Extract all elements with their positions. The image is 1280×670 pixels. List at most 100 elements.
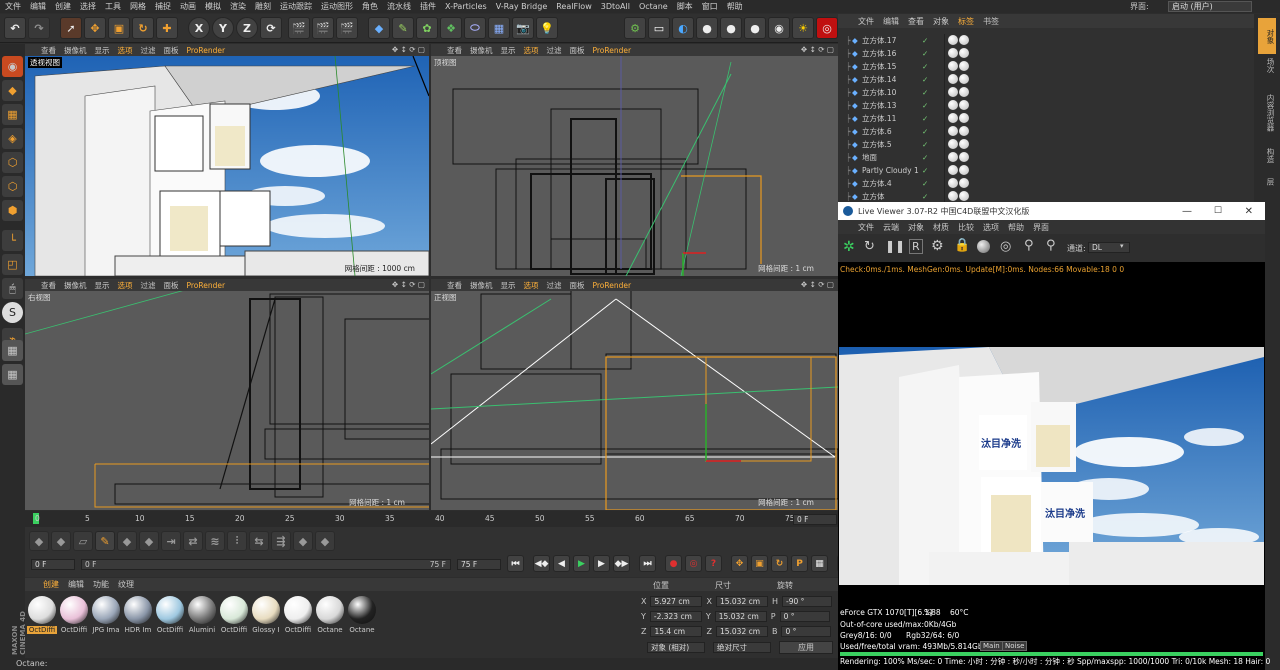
object-row[interactable]: ┝ ◆ 立方体.10 ✓ bbox=[838, 86, 1254, 99]
rotate-tool-icon[interactable]: ↻ bbox=[132, 17, 154, 39]
material-tag-icon[interactable] bbox=[959, 113, 969, 123]
menu-pipeline[interactable]: 流水线 bbox=[387, 1, 411, 12]
object-row[interactable]: ┝ ◆ 立方体.17 ✓ bbox=[838, 34, 1254, 47]
close-icon[interactable]: ✕ bbox=[1245, 206, 1253, 217]
vp-menu-panel[interactable]: 面板 bbox=[164, 280, 179, 291]
scale-tool-icon[interactable]: ▣ bbox=[108, 17, 130, 39]
visibility-check-icon[interactable]: ✓ bbox=[922, 166, 928, 175]
viewport-perspective[interactable]: 查看 摄像机 显示 选项 过滤 面板 ProRender ✥ ↕ ⟳ ▢ 透视视… bbox=[25, 44, 429, 276]
polygon-mode-icon[interactable]: ⬢ bbox=[2, 200, 23, 221]
autokey-icon[interactable]: ◎ bbox=[685, 555, 702, 572]
material-tag-icon[interactable] bbox=[948, 113, 958, 123]
send-scene-icon[interactable]: ✲ bbox=[843, 239, 855, 255]
key-parameter-icon[interactable]: P bbox=[791, 555, 808, 572]
octane-camera-icon[interactable]: ◎ bbox=[816, 17, 838, 39]
material-tag-icon[interactable] bbox=[948, 178, 958, 188]
menu-help[interactable]: 帮助 bbox=[727, 1, 743, 12]
vp-menu-display[interactable]: 显示 bbox=[95, 45, 110, 56]
octane-hdri-icon[interactable]: ◉ bbox=[768, 17, 790, 39]
menu-vray-bridge[interactable]: V-Ray Bridge bbox=[496, 2, 548, 11]
vp-menu-filter[interactable]: 过滤 bbox=[141, 280, 156, 291]
minimize-icon[interactable]: — bbox=[1182, 206, 1192, 217]
material-slot[interactable]: OctDiffi bbox=[27, 596, 57, 640]
vp-menu-filter[interactable]: 过滤 bbox=[547, 45, 562, 56]
workplane-mode-icon[interactable]: ◈ bbox=[2, 128, 23, 149]
material-tag-icon[interactable] bbox=[959, 61, 969, 71]
material-tag-icon[interactable] bbox=[959, 87, 969, 97]
vp-menu-prorender[interactable]: ProRender bbox=[187, 281, 226, 290]
vp-menu-display[interactable]: 显示 bbox=[501, 280, 516, 291]
start-frame-field[interactable]: 0 F bbox=[31, 559, 75, 570]
material-slot[interactable]: OctDiffi bbox=[59, 596, 89, 640]
material-tag-icon[interactable] bbox=[948, 35, 958, 45]
lv-menu-options[interactable]: 选项 bbox=[983, 222, 999, 233]
spline-pen-icon[interactable]: ✎ bbox=[392, 17, 414, 39]
move-tool-icon[interactable]: ✥ bbox=[84, 17, 106, 39]
material-tag-icon[interactable] bbox=[948, 152, 958, 162]
mouse-icon[interactable]: 🖱 bbox=[2, 278, 23, 299]
material-slot[interactable]: Octane bbox=[315, 596, 345, 640]
select-tool-icon[interactable]: ➚ bbox=[60, 17, 82, 39]
keyframe-tool-icon[interactable]: ◆ bbox=[51, 531, 71, 551]
point-mode-icon[interactable]: ⬡ bbox=[2, 152, 23, 173]
material-slot[interactable]: Glossy I bbox=[251, 596, 281, 640]
restart-render-icon[interactable]: ↻ bbox=[864, 239, 875, 254]
tab-takes[interactable]: 场次 bbox=[1258, 58, 1276, 92]
vp-menu-view[interactable]: 查看 bbox=[41, 280, 56, 291]
cloner-icon[interactable]: ❖ bbox=[440, 17, 462, 39]
vp-menu-display[interactable]: 显示 bbox=[501, 45, 516, 56]
render-view-icon[interactable]: 🎬 bbox=[288, 17, 310, 39]
size-z-field[interactable]: 15.032 cm bbox=[715, 626, 768, 637]
rotation-h-field[interactable]: -90 ° bbox=[781, 596, 832, 607]
menu-file[interactable]: 文件 bbox=[5, 1, 21, 12]
key-scale-icon[interactable]: ▣ bbox=[751, 555, 768, 572]
vp-menu-camera[interactable]: 摄像机 bbox=[470, 280, 493, 291]
object-row[interactable]: ┝ ◆ 立方体.6 ✓ bbox=[838, 125, 1254, 138]
octane-daylight-icon[interactable]: ☀ bbox=[792, 17, 814, 39]
key-rotation-icon[interactable]: ↻ bbox=[771, 555, 788, 572]
menu-select[interactable]: 选择 bbox=[80, 1, 96, 12]
make-editable-icon[interactable]: ◉ bbox=[2, 56, 23, 77]
key-pla-icon[interactable]: ▦ bbox=[811, 555, 828, 572]
vp-menu-prorender[interactable]: ProRender bbox=[187, 46, 226, 55]
menu-script[interactable]: 脚本 bbox=[677, 1, 693, 12]
location-pin-icon[interactable]: ⚲ bbox=[1046, 238, 1056, 253]
redo-icon[interactable]: ↷ bbox=[28, 17, 50, 39]
viewport-right[interactable]: 查看 摄像机 显示 选项 过滤 面板 ProRender ✥ ↕ ⟳ ▢ 右视图… bbox=[25, 279, 429, 510]
obj-menu-object[interactable]: 对象 bbox=[933, 16, 949, 27]
prev-frame-icon[interactable]: ◀ bbox=[553, 555, 570, 572]
size-x-field[interactable]: 15.032 cm bbox=[715, 596, 768, 607]
menu-render[interactable]: 渲染 bbox=[230, 1, 246, 12]
visibility-check-icon[interactable]: ✓ bbox=[922, 75, 928, 84]
octane-window-icon[interactable]: ▭ bbox=[648, 17, 670, 39]
coordinate-system-icon[interactable]: ⟳ bbox=[260, 17, 282, 39]
tab-structure[interactable]: 构造 bbox=[1258, 148, 1276, 178]
vp-menu-filter[interactable]: 过滤 bbox=[547, 280, 562, 291]
lv-menu-help[interactable]: 帮助 bbox=[1008, 222, 1024, 233]
timeline-ruler[interactable]: 0 5 10 15 20 25 30 35 40 45 50 55 60 65 70 75 0 F bbox=[25, 511, 838, 527]
material-ball-icon[interactable] bbox=[977, 240, 990, 253]
obj-menu-edit[interactable]: 编辑 bbox=[883, 16, 899, 27]
transform-tool-icon[interactable]: ✚ bbox=[156, 17, 178, 39]
apply-button[interactable]: 应用 bbox=[779, 641, 833, 654]
tab-layers[interactable]: 层 bbox=[1258, 178, 1276, 198]
keyframe-tool-icon[interactable]: ⇆ bbox=[249, 531, 269, 551]
octane-glossy-icon[interactable]: ● bbox=[720, 17, 742, 39]
octane-metal-icon[interactable]: ● bbox=[744, 17, 766, 39]
menu-realflow[interactable]: RealFlow bbox=[556, 2, 592, 11]
vp-menu-options[interactable]: 选项 bbox=[524, 45, 539, 56]
vp-menu-display[interactable]: 显示 bbox=[95, 280, 110, 291]
keyframe-tool-icon[interactable]: ◆ bbox=[315, 531, 335, 551]
vp-menu-options[interactable]: 选项 bbox=[118, 280, 133, 291]
vp-menu-panel[interactable]: 面板 bbox=[164, 45, 179, 56]
object-row[interactable]: ┝ ◆ 地面 ✓ bbox=[838, 151, 1254, 164]
visibility-check-icon[interactable]: ✓ bbox=[922, 114, 928, 123]
material-tag-icon[interactable] bbox=[948, 191, 958, 201]
material-tag-icon[interactable] bbox=[959, 100, 969, 110]
obj-menu-file[interactable]: 文件 bbox=[858, 16, 874, 27]
lock-icon[interactable]: 🔒 bbox=[954, 238, 970, 253]
settings-gear-icon[interactable]: ⚙ bbox=[931, 238, 944, 254]
goto-end-icon[interactable]: ⏭ bbox=[639, 555, 656, 572]
keyframe-tool-icon[interactable]: ≋ bbox=[205, 531, 225, 551]
lv-menu-compare[interactable]: 比较 bbox=[958, 222, 974, 233]
